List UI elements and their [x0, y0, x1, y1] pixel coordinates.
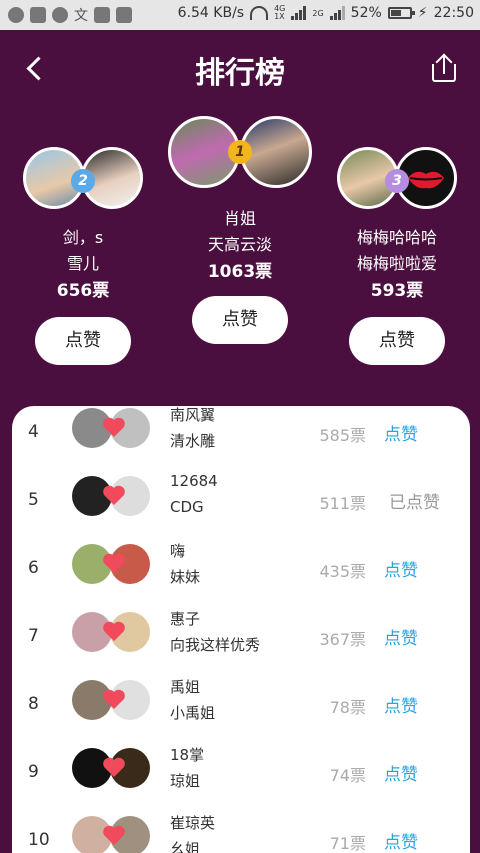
heart-icon — [103, 825, 125, 845]
rank-badge: 2 — [71, 169, 95, 193]
rank-number: 10 — [28, 830, 50, 850]
ranking-list[interactable]: 4 南风翼 清水雕 585票 点赞 5 12684 CDG 511票 已点赞 6 — [12, 406, 470, 853]
vote-count: 74票 — [329, 766, 366, 785]
like-button[interactable]: 点赞 — [192, 296, 288, 344]
podium-third: 3 梅梅哈哈哈 梅梅啦啦爱 593票 点赞 — [317, 147, 477, 365]
notification-icons: 文 — [8, 5, 132, 25]
list-item: 4 南风翼 清水雕 585票 点赞 — [12, 406, 470, 466]
share-button[interactable] — [430, 53, 458, 82]
like-button[interactable]: 点赞 — [384, 420, 418, 445]
status-bar: 文 6.54 KB/s 4G 1X 2G 52% ⚡ 22:50 — [0, 0, 480, 30]
partner-name: 天高云淡 — [207, 235, 272, 254]
contestant-name: 禹姐 — [170, 678, 201, 696]
like-button[interactable]: 点赞 — [349, 317, 445, 365]
partner-name: CDG — [170, 498, 204, 516]
wifi-icon — [250, 6, 269, 20]
vote-count: 511票 — [319, 494, 366, 513]
liked-label: 已点赞 — [389, 493, 440, 513]
image-icon — [116, 7, 132, 23]
page-title: 排行榜 — [195, 56, 285, 91]
system-status: 6.54 KB/s 4G 1X 2G 52% ⚡ 22:50 — [177, 4, 474, 22]
settings-icon — [8, 7, 24, 23]
heart-icon — [103, 553, 125, 573]
heart-icon — [103, 485, 125, 505]
contestant-name: 惠子 — [170, 610, 201, 628]
contestant-name: 12684 — [170, 472, 218, 490]
heart-icon — [103, 621, 125, 641]
rank-number: 5 — [28, 490, 39, 510]
rank-number: 4 — [28, 422, 39, 442]
heart-icon — [103, 417, 125, 437]
list-item: 10 崔琼英 幺姐 71票 点赞 — [12, 806, 470, 853]
like-button[interactable]: 点赞 — [35, 317, 131, 365]
clock: 22:50 — [433, 5, 474, 21]
partner-name: 向我这样优秀 — [170, 636, 261, 654]
signal-icon — [291, 6, 307, 20]
list-item: 9 18掌 琼姐 74票 点赞 — [12, 738, 470, 806]
partner-name: 梅梅啦啦爱 — [356, 254, 437, 273]
vote-count: 435票 — [319, 562, 366, 581]
rank-badge: 1 — [228, 140, 252, 164]
contestant-name: 梅梅哈哈哈 — [356, 228, 437, 247]
partner-name: 小禹姐 — [170, 704, 216, 722]
list-item: 8 禹姐 小禹姐 78票 点赞 — [12, 670, 470, 738]
list-item: 7 惠子 向我这样优秀 367票 点赞 — [12, 602, 470, 670]
vote-count: 585票 — [319, 426, 366, 445]
vote-count: 367票 — [319, 630, 366, 649]
rank-number: 7 — [28, 626, 39, 646]
vote-count: 593票 — [370, 281, 424, 301]
contestant-name: 崔琼英 — [170, 814, 216, 832]
partner-name: 幺姐 — [170, 840, 201, 853]
battery-percent: 52% — [350, 5, 382, 21]
podium-second: 2 剑，s 雪儿 656票 点赞 — [3, 147, 163, 365]
activity-icon — [94, 7, 110, 23]
like-button[interactable]: 点赞 — [384, 624, 418, 649]
charging-icon: ⚡ — [417, 5, 428, 21]
like-button[interactable]: 点赞 — [384, 556, 418, 581]
rank-number: 9 — [28, 762, 39, 782]
net-type: 4G 1X — [274, 4, 286, 21]
vote-count: 71票 — [329, 834, 366, 853]
net-2g: 2G — [312, 8, 324, 18]
vote-count: 1063票 — [207, 262, 273, 282]
avatar-pair: 1 — [168, 116, 312, 188]
partner-name: 清水雕 — [170, 432, 216, 450]
rank-number: 6 — [28, 558, 39, 578]
contestant-name: 18掌 — [170, 746, 205, 764]
contestant-name: 肖姐 — [223, 209, 256, 228]
net-speed: 6.54 KB/s — [177, 5, 245, 21]
like-button[interactable]: 点赞 — [384, 828, 418, 853]
partner-name: 琼姐 — [170, 772, 201, 790]
podium-first: 1 肖姐 天高云淡 1063票 点赞 — [160, 116, 320, 344]
avatar-pair: 2 — [23, 147, 143, 209]
signal-icon-2 — [329, 6, 345, 20]
partner-name: 妹妹 — [170, 568, 201, 586]
like-button[interactable]: 点赞 — [384, 760, 418, 785]
battery-icon — [387, 7, 415, 19]
contestant-name: 南风翼 — [170, 406, 216, 424]
contestant-name: 嗨 — [170, 542, 186, 560]
vote-count: 656票 — [56, 281, 110, 301]
header: 排行榜 — [0, 30, 480, 105]
wen-icon: 文 — [74, 8, 88, 24]
rank-badge: 3 — [385, 169, 409, 193]
rank-number: 8 — [28, 694, 39, 714]
avatar-pair: 3 — [337, 147, 457, 209]
list-item: 6 嗨 妹妹 435票 点赞 — [12, 534, 470, 602]
chat-icon — [52, 7, 68, 23]
partner-name: 雪儿 — [66, 254, 99, 273]
contestant-name: 剑，s — [62, 228, 104, 247]
like-button[interactable]: 点赞 — [384, 692, 418, 717]
list-item: 5 12684 CDG 511票 已点赞 — [12, 466, 470, 534]
lock-icon — [30, 7, 46, 23]
heart-icon — [103, 689, 125, 709]
heart-icon — [103, 757, 125, 777]
vote-count: 78票 — [329, 698, 366, 717]
